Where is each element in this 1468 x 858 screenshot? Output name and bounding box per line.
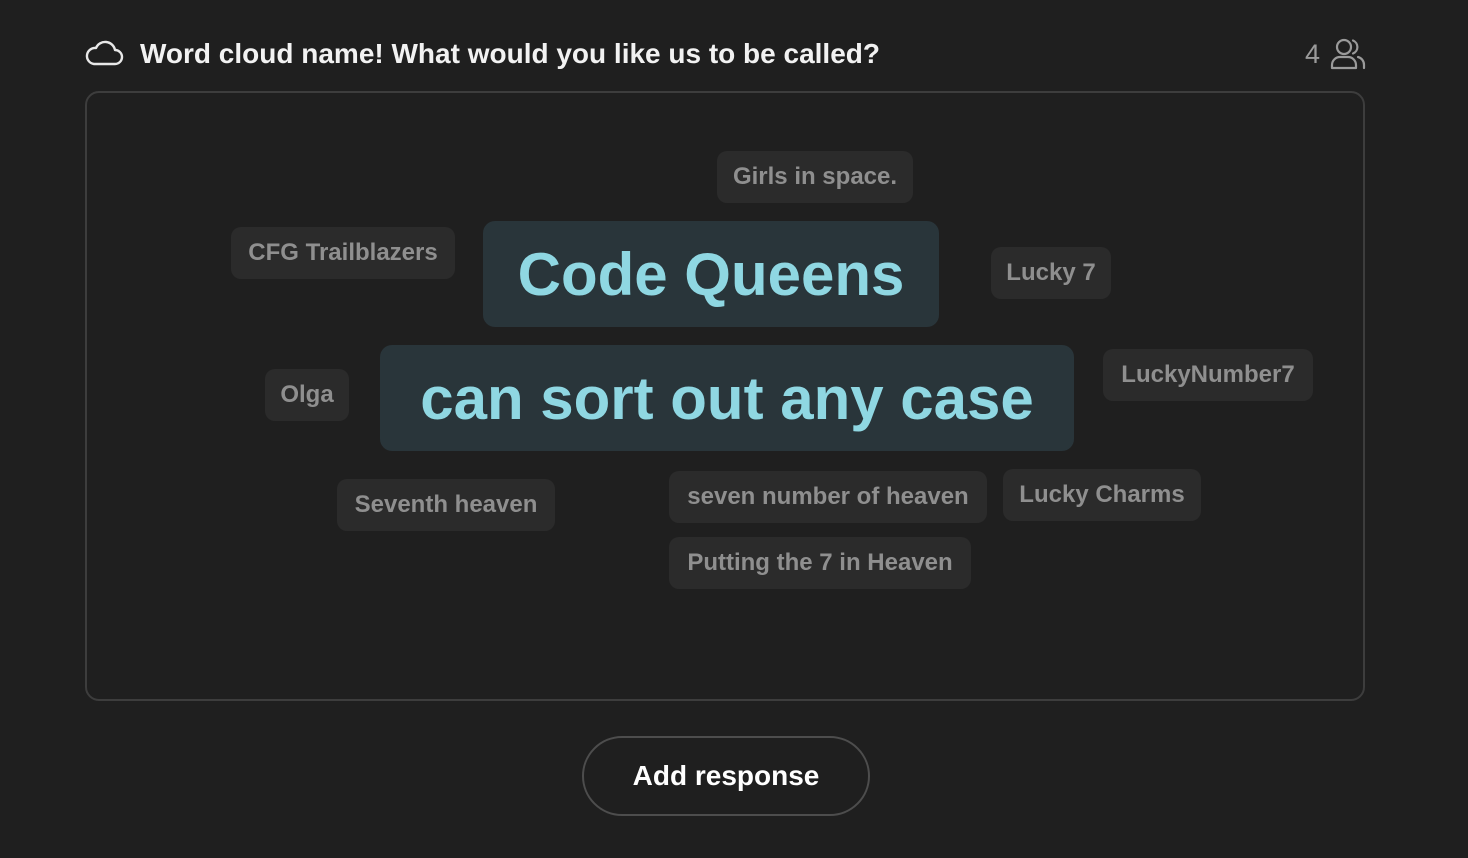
word-chip: CFG Trailblazers [231, 227, 455, 279]
question-header: Word cloud name! What would you like us … [84, 32, 1368, 76]
word-chip-highlight: Code Queens [483, 221, 939, 327]
add-response-button[interactable]: Add response [582, 736, 870, 816]
word-chip: Seventh heaven [337, 479, 555, 531]
participant-count: 4 [1304, 39, 1320, 69]
word-chip: Lucky Charms [1003, 469, 1201, 521]
word-chip-highlight: can sort out any case [380, 345, 1074, 451]
cloud-icon [85, 40, 124, 66]
people-icon [1330, 38, 1366, 70]
word-chip: Girls in space. [717, 151, 913, 203]
word-cloud: Girls in space. CFG Trailblazers Code Qu… [85, 91, 1365, 701]
question-title: Word cloud name! What would you like us … [140, 38, 880, 69]
word-chip: Lucky 7 [991, 247, 1111, 299]
word-chip: seven number of heaven [669, 471, 987, 523]
participant-counter: 4 [1305, 36, 1366, 72]
word-chip: LuckyNumber7 [1103, 349, 1313, 401]
word-chip: Putting the 7 in Heaven [669, 537, 971, 589]
word-chip: Olga [265, 369, 349, 421]
